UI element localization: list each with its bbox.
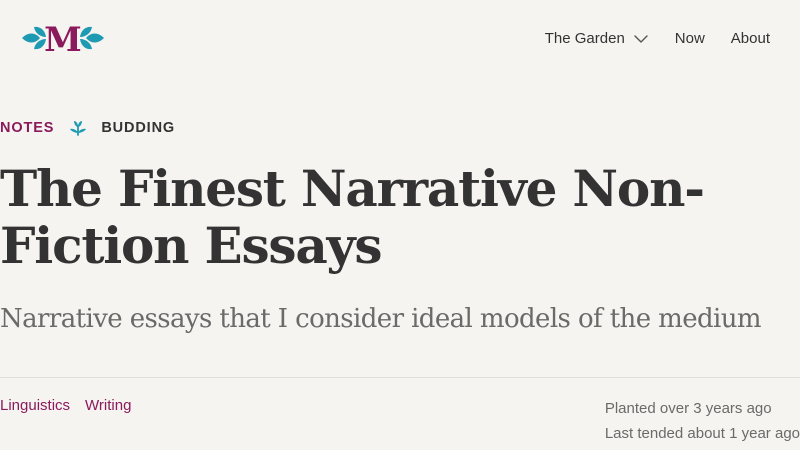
page: M The Garden Now About NOTES BUDDING The… [0, 0, 800, 450]
right-leaf-icon [80, 26, 104, 50]
topic-link-linguistics[interactable]: Linguistics [0, 396, 70, 416]
nav-item-now[interactable]: Now [675, 29, 705, 49]
planted-date: Planted over 3 years ago [604, 400, 772, 417]
title-line-1: The Finest Narrative Non- [0, 159, 705, 218]
growth-stage-label: BUDDING [101, 120, 176, 136]
topic-link-writing[interactable]: Writing [85, 396, 131, 416]
nav-item-about[interactable]: About [731, 29, 770, 49]
nav-item-label: About [730, 30, 770, 47]
category-link[interactable]: NOTES [0, 120, 54, 136]
topic-tags: Linguistics Writing [0, 396, 146, 416]
nav-item-label: Now [674, 30, 705, 47]
main-nav: The Garden Now About [545, 29, 770, 49]
divider [0, 377, 800, 378]
tended-date: Last tended about 1 year ago [604, 425, 800, 442]
title-line-2: Fiction Essays [0, 216, 383, 275]
chevron-down-icon [634, 35, 648, 43]
page-subtitle: Narrative essays that I consider ideal m… [0, 304, 762, 334]
site-header: M The Garden Now About [0, 0, 800, 78]
page-title: The Finest Narrative Non- Fiction Essays [0, 160, 790, 274]
site-logo[interactable]: M [20, 18, 106, 58]
left-leaf-icon [22, 26, 46, 50]
nav-item-label: The Garden [544, 30, 625, 47]
post-meta-row: NOTES BUDDING [0, 120, 175, 136]
nav-item-the-garden[interactable]: The Garden [545, 29, 649, 49]
post-dates: Planted over 3 years ago Last tended abo… [605, 396, 800, 446]
sprout-icon [70, 121, 87, 136]
logo-letter: M [44, 20, 82, 58]
